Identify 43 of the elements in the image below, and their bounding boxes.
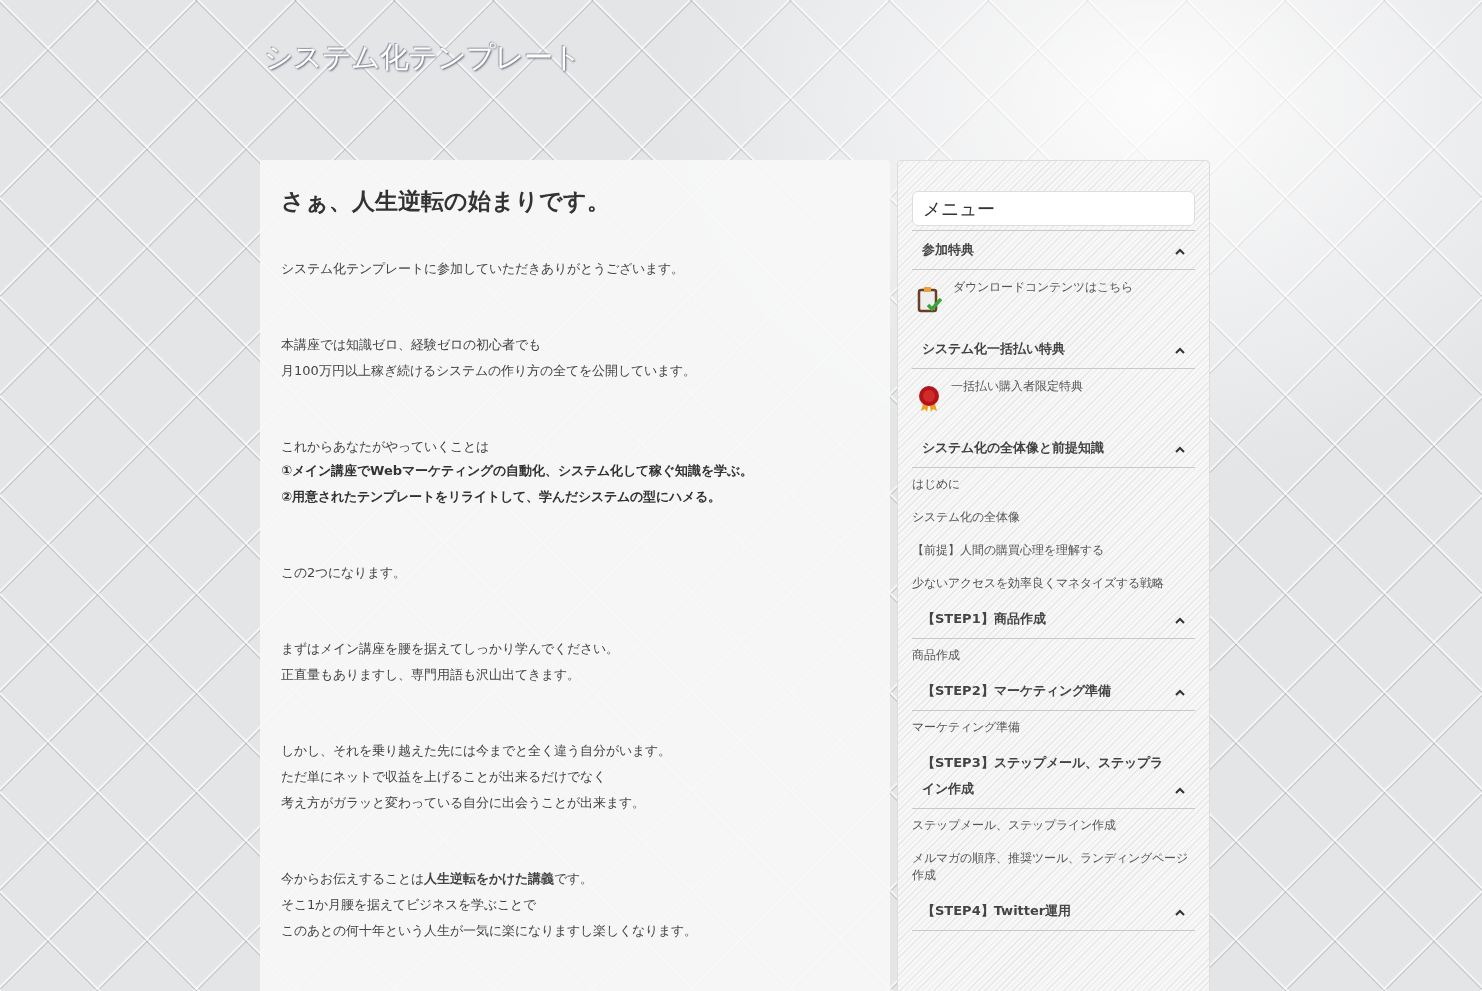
body-text: 今からお伝えすることは人生逆転をかけた講義です。 [281, 869, 594, 888]
menu-section-header[interactable]: 【STEP3】ステップメール、ステップライン作成 [912, 744, 1195, 809]
article-title: さぁ、人生逆転の始まりです。 [281, 188, 611, 216]
menu-link[interactable]: システム化の全体像 [912, 501, 1195, 534]
section-title: システム化の全体像と前提知識 [922, 439, 1104, 457]
menu-link[interactable]: はじめに [912, 468, 1195, 501]
emphasis-text: ①メイン講座でWebマーケティングの自動化、システム化して稼ぐ知識を学ぶ。 [281, 461, 754, 480]
menu-section-header[interactable]: システム化一括払い特典 [912, 330, 1195, 369]
menu-link[interactable]: ステップメール、ステップライン作成 [912, 809, 1195, 842]
body-text: 正直量もありますし、専門用語も沢山出てきます。 [281, 665, 581, 684]
body-text: そこ1か月腰を据えてビジネスを学ぶことで [281, 895, 538, 914]
menu-link[interactable]: 商品作成 [912, 639, 1195, 672]
body-text: この2つになります。 [281, 563, 408, 582]
menu-section-header[interactable]: 【STEP4】Twitter運用 [912, 892, 1195, 931]
menu-link[interactable]: 少ないアクセスを効率良くマネタイズする戦略 [912, 567, 1195, 600]
body-text: このあとの何十年という人生が一気に楽になりますし楽しくなります。 [281, 921, 698, 940]
section-title: 参加特典 [922, 241, 974, 259]
body-text: これからあなたがやっていくことは [281, 437, 490, 456]
menu-section-header[interactable]: 【STEP1】商品作成 [912, 600, 1195, 639]
section-title: 【STEP3】ステップメール、ステップライン作成 [922, 754, 1164, 798]
menu-section-header[interactable]: 参加特典 [912, 230, 1195, 270]
clipboard-check-icon [917, 286, 943, 314]
emphasis-text: ②用意されたテンプレートをリライトして、学んだシステムの型にハメる。 [281, 487, 722, 506]
menu-link[interactable]: 【前提】人間の購買心理を理解する [912, 534, 1195, 567]
menu-section-header[interactable]: システム化の全体像と前提知識 [912, 429, 1195, 468]
menu-section-header[interactable]: 【STEP2】マーケティング準備 [912, 672, 1195, 711]
section-title: 【STEP4】Twitter運用 [922, 902, 1072, 920]
body-text: 本講座では知識ゼロ、経験ゼロの初心者でも [281, 335, 542, 354]
body-text: 考え方がガラッと変わっている自分に出会うことが出来ます。 [281, 793, 646, 812]
body-text: まずはメイン講座を腰を据えてしっかり学んでください。 [281, 639, 620, 658]
award-rosette-icon [917, 385, 941, 413]
body-text: しかし、それを乗り越えた先には今までと全く違う自分がいます。 [281, 741, 672, 760]
menu-link[interactable]: マーケティング準備 [912, 711, 1195, 744]
menu-link[interactable]: 一括払い購入者限定特典 [951, 377, 1083, 419]
menu-heading: メニュー [912, 191, 1195, 226]
body-text: システム化テンプレートに参加していただきありがとうございます。 [281, 259, 685, 278]
section-title: 【STEP1】商品作成 [922, 610, 1046, 628]
menu-link[interactable]: ダウンロードコンテンツはこちら [953, 278, 1133, 320]
section-title: 【STEP2】マーケティング準備 [922, 682, 1111, 700]
body-text: 月100万円以上稼ぎ続けるシステムの作り方の全てを公開しています。 [281, 361, 697, 380]
menu-link[interactable]: メルマガの順序、推奨ツール、ランディングページ作成 [912, 842, 1195, 892]
section-title: システム化一括払い特典 [922, 340, 1065, 358]
body-text: ただ単にネットで収益を上げることが出来るだけでなく [281, 767, 607, 786]
